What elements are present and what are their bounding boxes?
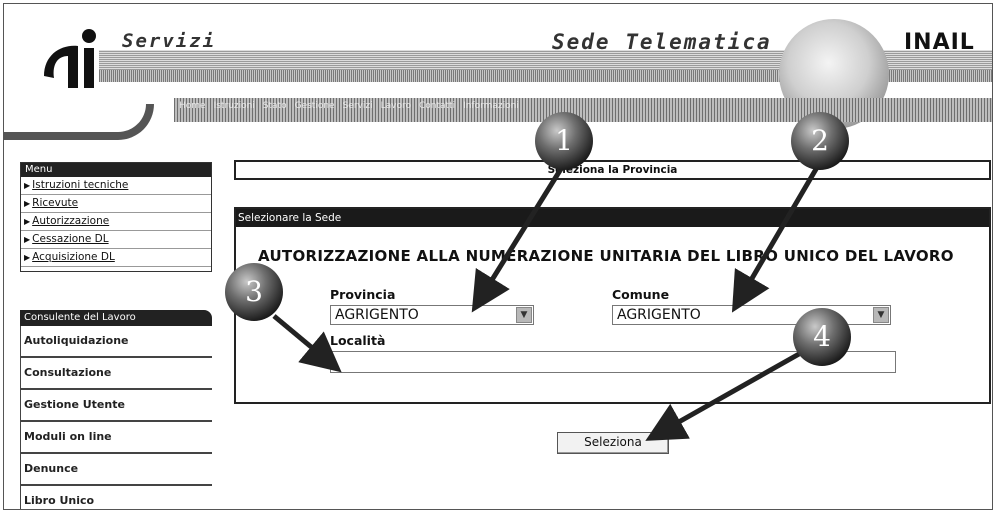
localita-label: Località <box>330 333 386 348</box>
menu-panel: Menu ▶ Istruzioni tecniche ▶ Ricevute ▶ Aut… <box>20 162 212 272</box>
user-label: Utente. <box>389 87 426 98</box>
sede-heading: Selezionare la Sede <box>236 209 989 227</box>
provincia-label: Provincia <box>330 287 396 302</box>
provincia-value: AGRIGENTO <box>335 307 419 323</box>
callout-marker-1: 1 <box>535 112 593 170</box>
header-curve <box>4 104 154 140</box>
chevron-down-icon[interactable]: ▼ <box>873 307 889 323</box>
triangle-right-icon: ▶ <box>24 253 31 262</box>
top-navigation: Home Istruzioni Stato Gestione Servizi L… <box>179 101 519 111</box>
menu-item-acquisizione[interactable]: ▶ Acquisizione DL <box>21 249 211 267</box>
menu-item-autorizzazione[interactable]: ▶ Autorizzazione <box>21 213 211 231</box>
seleziona-button[interactable]: Seleziona <box>557 432 669 454</box>
triangle-right-icon: ▶ <box>24 217 31 226</box>
header-servizi: Servizi <box>122 30 217 52</box>
chevron-down-icon[interactable]: ▼ <box>516 307 532 323</box>
page-title: Seleziona la Provincia <box>234 160 991 180</box>
form-title: AUTORIZZAZIONE ALLA NUMERAZIONE UNITARIA… <box>258 247 954 265</box>
topnav-item[interactable]: Lavoro <box>381 101 411 111</box>
consulente-item-denunce[interactable]: Denunce <box>20 454 212 486</box>
menu-item-label: Cessazione DL <box>32 233 109 245</box>
consulente-item-consultazione[interactable]: Consultazione <box>20 358 212 390</box>
topnav-item[interactable]: Servizi <box>343 101 373 111</box>
topnav-item[interactable]: Contatti <box>419 101 455 111</box>
menu-item-ricevute[interactable]: ▶ Ricevute <box>21 195 211 213</box>
consulente-item-autoliquidazione[interactable]: Autoliquidazione <box>20 326 212 358</box>
menu-item-istruzioni[interactable]: ▶ Istruzioni tecniche <box>21 177 211 195</box>
consulente-item-gestione-utente[interactable]: Gestione Utente <box>20 390 212 422</box>
consulente-menu: Autoliquidazione Consultazione Gestione … <box>20 326 212 509</box>
comune-select[interactable]: AGRIGENTO ▼ <box>612 305 891 325</box>
menu-item-label: Autorizzazione <box>32 215 110 227</box>
callout-marker-4: 4 <box>793 308 851 366</box>
sede-panel: Selezionare la Sede AUTORIZZAZIONE ALLA … <box>234 207 991 404</box>
inail-logo-icon <box>44 29 96 88</box>
consulente-heading: Consulente del Lavoro <box>20 310 212 326</box>
consulente-item-libro-unico[interactable]: Libro Unico <box>20 486 212 509</box>
topnav-item[interactable]: Home <box>179 101 206 111</box>
comune-value: AGRIGENTO <box>617 307 701 323</box>
menu-heading: Menu <box>21 163 211 177</box>
menu-item-label: Istruzioni tecniche <box>32 179 129 191</box>
brand-logo: INAIL <box>904 30 975 55</box>
callout-marker-3: 3 <box>225 263 283 321</box>
callout-marker-2: 2 <box>791 112 849 170</box>
triangle-right-icon: ▶ <box>24 235 31 244</box>
comune-label: Comune <box>612 287 670 302</box>
menu-item-label: Ricevute <box>32 197 79 209</box>
topnav-item[interactable]: Istruzioni <box>214 101 255 111</box>
consulente-item-moduli[interactable]: Moduli on line <box>20 422 212 454</box>
menu-item-label: Acquisizione DL <box>32 251 115 263</box>
triangle-right-icon: ▶ <box>24 181 31 190</box>
header-sede-telematica: Sede Telematica <box>552 30 772 54</box>
provincia-select[interactable]: AGRIGENTO ▼ <box>330 305 534 325</box>
topnav-item[interactable]: Stato <box>263 101 287 111</box>
menu-item-cessazione[interactable]: ▶ Cessazione DL <box>21 231 211 249</box>
screenshot-frame: Servizi Sede Telematica INAIL Utente. Ho… <box>3 3 993 510</box>
triangle-right-icon: ▶ <box>24 199 31 208</box>
topnav-item[interactable]: Gestione <box>295 101 335 111</box>
topnav-item[interactable]: Informazioni <box>463 101 519 111</box>
